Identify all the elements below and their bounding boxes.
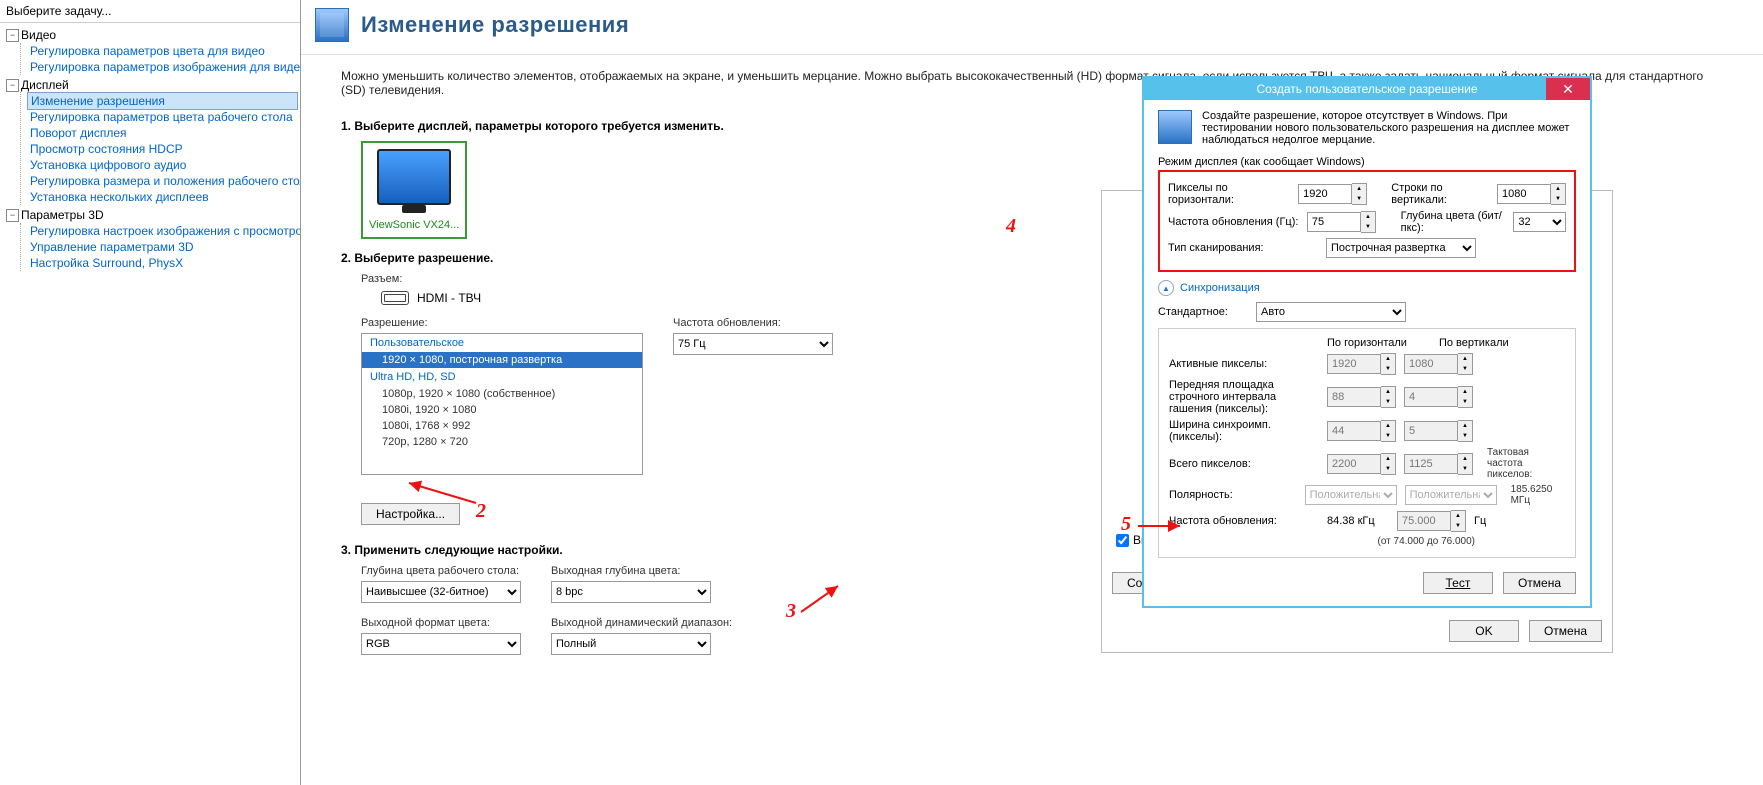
dialog-cancel-button[interactable]: Отмена (1503, 572, 1576, 594)
total-v: ▲▼ (1404, 453, 1473, 475)
mode-section: Пикселы по горизонтали: ▲▼ Строки по вер… (1158, 170, 1576, 272)
range-note: (от 74.000 до 76.000) (1169, 536, 1475, 547)
tree-link[interactable]: Регулировка параметров цвета рабочего ст… (27, 109, 298, 125)
syncw-h: ▲▼ (1327, 420, 1396, 442)
refresh-v: ▲▼ (1397, 510, 1466, 532)
panel-cancel-button[interactable]: Отмена (1529, 620, 1602, 642)
dialog-title-bar[interactable]: Создать пользовательское разрешение ✕ (1144, 78, 1590, 100)
sidebar-title: Выберите задачу... (0, 0, 300, 23)
tree-link[interactable]: Поворот дисплея (27, 125, 298, 141)
display-icon (315, 8, 349, 42)
collapse-icon[interactable]: − (6, 209, 19, 222)
collapse-icon[interactable]: − (6, 79, 19, 92)
collapse-icon[interactable]: − (6, 29, 19, 42)
syncw-v: ▲▼ (1404, 420, 1473, 442)
output-format-select[interactable]: RGB (361, 633, 521, 655)
color-depth-label: Глубина цвета рабочего стола: (361, 565, 521, 577)
resolution-option[interactable]: 720p, 1280 × 720 (362, 434, 642, 450)
v-lines-input[interactable]: ▲▼ (1497, 183, 1566, 205)
polarity-h: Положительная (1305, 485, 1397, 505)
sidebar: Выберите задачу... −Видео Регулировка па… (0, 0, 301, 785)
refresh-select[interactable]: 75 Гц (673, 333, 833, 355)
color-depth-select[interactable]: 32 (1513, 212, 1566, 232)
resolution-listbox[interactable]: Пользовательское 1920 × 1080, построчная… (361, 333, 643, 475)
refresh-input[interactable]: ▲▼ (1307, 211, 1376, 233)
customize-button[interactable]: Настройка... (361, 503, 460, 525)
monitor-icon (377, 149, 451, 205)
dynamic-range-label: Выходной динамический диапазон: (551, 617, 732, 629)
color-depth-select[interactable]: Наивысшее (32-битное) (361, 581, 521, 603)
scan-type-select[interactable]: Построчная развертка (1326, 238, 1476, 258)
mode-label: Режим дисплея (как сообщает Windows) (1158, 156, 1576, 168)
resolution-option[interactable]: 1080i, 1920 × 1080 (362, 402, 642, 418)
front-v: ▲▼ (1404, 386, 1473, 408)
polarity-v: Положительная (1405, 485, 1497, 505)
close-icon[interactable]: ✕ (1546, 78, 1590, 100)
tree: −Видео Регулировка параметров цвета для … (0, 23, 300, 785)
output-format-label: Выходной формат цвета: (361, 617, 521, 629)
custom-resolution-dialog: Создать пользовательское разрешение ✕ Со… (1142, 76, 1592, 608)
test-button[interactable]: Тест (1423, 572, 1493, 594)
total-h: ▲▼ (1327, 453, 1396, 475)
connector-value: HDMI - ТВЧ (417, 291, 481, 305)
tree-group-video[interactable]: −Видео (6, 27, 298, 43)
tree-group-display[interactable]: −Дисплей (6, 77, 298, 93)
output-color-depth-select[interactable]: 8 bpc (551, 581, 711, 603)
resolution-option[interactable]: 1080i, 1768 × 992 (362, 418, 642, 434)
standard-select[interactable]: Авто (1256, 302, 1406, 322)
h-pixels-input[interactable]: ▲▼ (1298, 183, 1367, 205)
main-header: Изменение разрешения (301, 0, 1763, 55)
panel-ok-button[interactable]: OK (1449, 620, 1519, 642)
tree-link[interactable]: Регулировка параметров цвета для видео (27, 43, 298, 59)
tree-link[interactable]: Регулировка параметров изображения для в… (27, 59, 298, 75)
active-h: ▲▼ (1327, 353, 1396, 375)
active-v: ▲▼ (1404, 353, 1473, 375)
monitor-label: ViewSonic VX24... (369, 219, 459, 231)
hdmi-icon (381, 291, 409, 305)
tree-link-change-resolution[interactable]: Изменение разрешения (27, 92, 298, 110)
resolution-label: Разрешение: (361, 317, 643, 329)
monitor-thumbnail[interactable]: ViewSonic VX24... (361, 141, 467, 239)
sync-toggle[interactable]: ▲ Синхронизация (1158, 280, 1576, 296)
resolution-option-selected[interactable]: 1920 × 1080, построчная развертка (362, 352, 642, 368)
front-h: ▲▼ (1327, 386, 1396, 408)
tree-group-3d[interactable]: −Параметры 3D (6, 207, 298, 223)
main: Изменение разрешения Можно уменьшить кол… (301, 0, 1763, 785)
tree-link[interactable]: Настройка Surround, PhysX (27, 255, 298, 271)
tree-link[interactable]: Установка цифрового аудио (27, 157, 298, 173)
tree-link[interactable]: Управление параметрами 3D (27, 239, 298, 255)
tree-link[interactable]: Установка нескольких дисплеев (27, 189, 298, 205)
resolution-option[interactable]: 1080p, 1920 × 1080 (собственное) (362, 386, 642, 402)
tree-link[interactable]: Регулировка размера и положения рабочего… (27, 173, 298, 189)
chevron-up-icon: ▲ (1158, 280, 1174, 296)
tree-link[interactable]: Просмотр состояния HDCP (27, 141, 298, 157)
output-color-depth-label: Выходная глубина цвета: (551, 565, 711, 577)
dialog-intro-text: Создайте разрешение, которое отсутствует… (1202, 110, 1576, 146)
refresh-label: Частота обновления: (673, 317, 833, 329)
tree-link[interactable]: Регулировка настроек изображения с просм… (27, 223, 298, 239)
page-title: Изменение разрешения (361, 12, 629, 38)
dynamic-range-select[interactable]: Полный (551, 633, 711, 655)
sync-fieldset: По горизонталиПо вертикали Активные пикс… (1158, 328, 1576, 558)
display-icon (1158, 110, 1192, 144)
